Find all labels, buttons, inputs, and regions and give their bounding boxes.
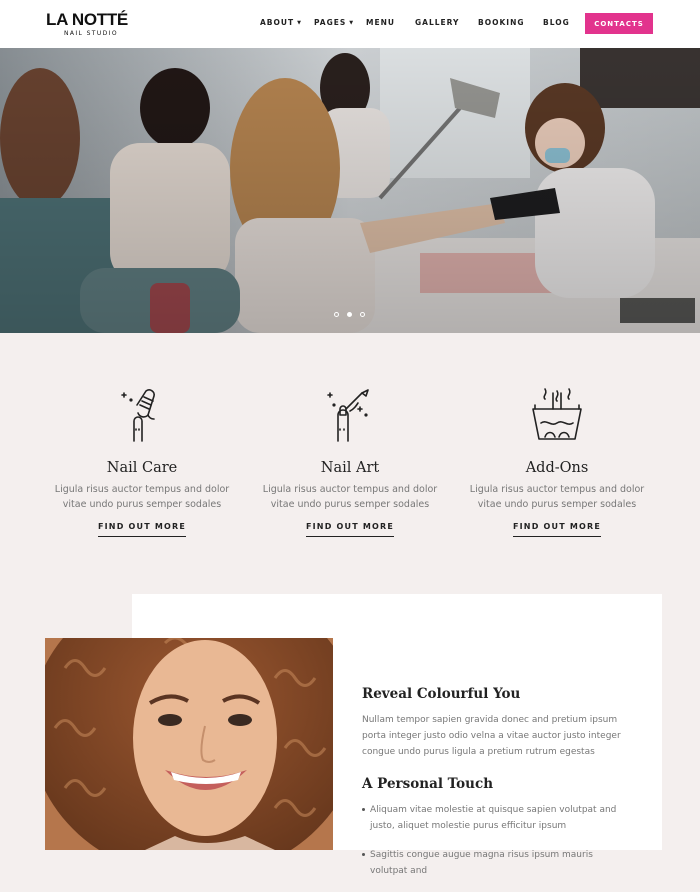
- about-para-line: congue undo purus ligula a pretium rutru…: [362, 747, 595, 757]
- caret-down-icon: ▼: [297, 20, 302, 26]
- foot-bath-icon: [457, 385, 657, 445]
- slider-dots: [334, 312, 365, 317]
- nav-item-pages[interactable]: PAGES ▼: [314, 18, 354, 27]
- list-item: Sagittis congue augue magna risus ipsum …: [362, 847, 622, 879]
- slider-dot[interactable]: [360, 312, 365, 317]
- find-out-more-link[interactable]: FIND OUT MORE: [97, 522, 187, 537]
- service-desc-line: Ligula risus auctor tempus and dolor: [54, 484, 230, 495]
- service-description: Ligula risus auctor tempus and dolor vit…: [42, 482, 242, 512]
- personal-touch-heading: A Personal Touch: [362, 776, 494, 792]
- list-item: Aliquam vitae molestie at quisque sapien…: [362, 802, 622, 834]
- nav-item-label: ABOUT: [260, 18, 295, 27]
- service-desc-line: vitae undo purus semper sodales: [62, 499, 222, 510]
- service-desc-line: Ligula risus auctor tempus and dolor: [469, 484, 645, 495]
- nav-item-booking[interactable]: BOOKING: [478, 18, 525, 27]
- service-desc-line: Ligula risus auctor tempus and dolor: [262, 484, 438, 495]
- about-paragraph: Nullam tempor sapien gravida donec and p…: [362, 712, 622, 760]
- service-card-nail-care: Nail Care Ligula risus auctor tempus and…: [42, 385, 242, 537]
- service-description: Ligula risus auctor tempus and dolor vit…: [250, 482, 450, 512]
- list-item-line: justo, aliquet molestie purus efficitur …: [370, 821, 567, 831]
- slider-dot-active[interactable]: [347, 312, 352, 317]
- nail-polish-bottle-icon: [42, 385, 242, 445]
- about-text-block: Reveal Colourful You Nullam tempor sapie…: [362, 686, 622, 892]
- list-item-line: Aliquam vitae molestie at quisque sapien…: [370, 805, 617, 815]
- service-card-add-ons: Add-Ons Ligula risus auctor tempus and d…: [457, 385, 657, 537]
- about-heading: Reveal Colourful You: [362, 686, 521, 702]
- service-card-nail-art: Nail Art Ligula risus auctor tempus and …: [250, 385, 450, 537]
- feature-list: Aliquam vitae molestie at quisque sapien…: [362, 802, 622, 879]
- main-nav: ABOUT ▼ PAGES ▼ MENU GALLERY BOOKING BLOG …: [0, 0, 700, 48]
- nav-item-gallery[interactable]: GALLERY: [415, 18, 459, 27]
- service-title: Nail Art: [320, 460, 380, 476]
- nav-item-menu[interactable]: MENU: [366, 18, 395, 27]
- slider-dot[interactable]: [334, 312, 339, 317]
- contacts-button[interactable]: CONTACTS: [585, 13, 653, 34]
- service-desc-line: vitae undo purus semper sodales: [270, 499, 430, 510]
- site-header: LA NOTTÉ NAIL STUDIO ABOUT ▼ PAGES ▼ MENU …: [0, 0, 700, 48]
- about-para-line: porta integer justo odio velna a vitae a…: [362, 731, 621, 741]
- hero-image: [0, 48, 700, 333]
- nav-item-blog[interactable]: BLOG: [543, 18, 570, 27]
- nav-item-about[interactable]: ABOUT ▼: [260, 18, 302, 27]
- portrait-image: [45, 638, 333, 850]
- service-desc-line: vitae undo purus semper sodales: [477, 499, 637, 510]
- service-description: Ligula risus auctor tempus and dolor vit…: [457, 482, 657, 512]
- about-para-line: Nullam tempor sapien gravida donec and p…: [362, 715, 618, 725]
- service-title: Nail Care: [106, 460, 178, 476]
- list-item-line: Sagittis congue augue magna risus ipsum …: [370, 850, 593, 876]
- hero-slider: [0, 48, 700, 333]
- caret-down-icon: ▼: [349, 20, 355, 26]
- nav-item-label: PAGES: [314, 18, 347, 27]
- find-out-more-link[interactable]: FIND OUT MORE: [305, 522, 395, 537]
- service-title: Add-Ons: [525, 460, 589, 476]
- find-out-more-link[interactable]: FIND OUT MORE: [512, 522, 602, 537]
- nail-brush-icon: [250, 385, 450, 445]
